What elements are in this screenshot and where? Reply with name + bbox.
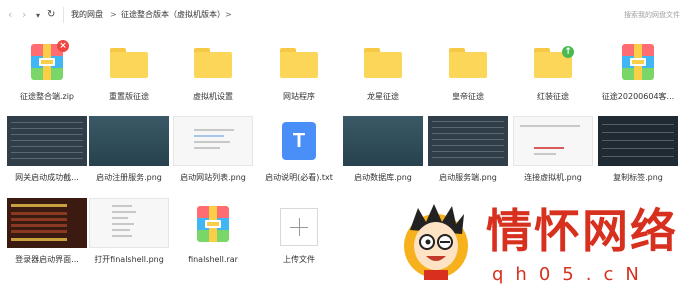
image-thumbnail	[173, 116, 253, 166]
file-item[interactable]: 启动服务端.png	[425, 116, 511, 186]
file-item[interactable]: 复制标签.png	[595, 116, 681, 186]
file-item[interactable]: 连接虚拟机.png	[510, 116, 596, 186]
file-item[interactable]: 启动网站列表.png	[170, 116, 256, 186]
file-label: 打开finalshell.png	[94, 255, 164, 264]
folder-item[interactable]: 网站程序	[256, 40, 342, 102]
folder-label: 重置版征途	[109, 92, 149, 101]
file-label: 启动注册服务.png	[96, 173, 162, 182]
archive-icon: ×	[31, 40, 69, 80]
back-button[interactable]: ‹	[8, 9, 12, 21]
image-thumbnail	[89, 198, 169, 248]
folder-label: 龙星征途	[367, 92, 399, 101]
delete-badge-icon[interactable]: ×	[57, 40, 69, 52]
image-thumbnail	[428, 116, 508, 166]
forward-button[interactable]: ›	[22, 9, 26, 21]
folder-icon	[110, 48, 148, 78]
upload-badge-icon: ↑	[562, 46, 574, 58]
archive-icon	[622, 44, 654, 80]
file-item[interactable]: finalshell.rar	[170, 198, 256, 268]
plus-icon[interactable]	[280, 208, 318, 246]
file-label: 启动服务端.png	[439, 173, 497, 182]
folder-item[interactable]: 龙星征途	[340, 40, 426, 102]
file-label: 连接虚拟机.png	[524, 173, 582, 182]
file-item[interactable]: 登录器启动界面...	[4, 198, 90, 268]
file-item[interactable]: 启动数据库.png	[340, 116, 426, 186]
folder-label: 虚拟机设置	[193, 92, 233, 101]
file-item[interactable]: 打开finalshell.png	[86, 198, 172, 268]
folder-icon	[280, 48, 318, 78]
file-item[interactable]: × 征途整合端.zip	[4, 40, 90, 102]
breadcrumb-root[interactable]: 我的网盘	[71, 9, 103, 21]
image-thumbnail	[343, 116, 423, 166]
mascot-logo-icon	[400, 200, 472, 282]
file-label: 征途整合端.zip	[19, 92, 75, 101]
image-thumbnail	[513, 116, 593, 166]
breadcrumb-separator: >	[225, 10, 232, 19]
file-label: 启动数据库.png	[354, 173, 412, 182]
folder-icon: ↑	[534, 46, 574, 78]
file-label: 登录器启动界面...	[15, 255, 79, 264]
divider	[63, 7, 64, 23]
file-label: 启动说明(必看).txt	[265, 173, 333, 182]
upload-button[interactable]: 上传文件	[256, 198, 342, 268]
file-label: 复制标签.png	[613, 173, 663, 182]
folder-item[interactable]: 皇帝征途	[425, 40, 511, 102]
folder-icon	[364, 48, 402, 78]
folder-icon	[194, 48, 232, 78]
file-item[interactable]: T 启动说明(必看).txt	[256, 116, 342, 186]
folder-label: 网站程序	[283, 92, 315, 101]
archive-icon	[197, 206, 229, 242]
toolbar: ‹ › ▾ ↻ 我的网盘 > 征途整合版本（虚拟机版本） > 搜索我的网盘文件	[0, 0, 700, 30]
watermark-text: 情怀网络	[486, 204, 678, 258]
refresh-button[interactable]: ↻	[47, 9, 55, 21]
image-thumbnail	[89, 116, 169, 166]
image-thumbnail	[7, 116, 87, 166]
folder-label: 红装征途	[537, 92, 569, 101]
folder-item[interactable]: 重置版征途	[86, 40, 172, 102]
folder-item[interactable]: ↑ 红装征途	[510, 40, 596, 102]
txt-file-icon: T	[282, 122, 316, 160]
breadcrumb-current[interactable]: 征途整合版本（虚拟机版本）	[121, 9, 225, 21]
image-thumbnail	[598, 116, 678, 166]
file-label: 征途20200604客...	[601, 92, 675, 101]
file-label: 网关启动成功截...	[15, 173, 79, 182]
upload-label: 上传文件	[283, 255, 315, 264]
image-thumbnail	[7, 198, 87, 248]
file-item[interactable]: 网关启动成功截...	[4, 116, 90, 186]
history-dropdown-icon[interactable]: ▾	[36, 10, 40, 22]
folder-icon	[449, 48, 487, 78]
breadcrumb-separator: >	[110, 10, 117, 19]
file-label: finalshell.rar	[188, 255, 238, 264]
watermark-url: qh05.cN	[492, 264, 651, 285]
search-input[interactable]: 搜索我的网盘文件	[624, 9, 694, 21]
file-label: 启动网站列表.png	[180, 173, 246, 182]
folder-label: 皇帝征途	[452, 92, 484, 101]
file-item[interactable]: 启动注册服务.png	[86, 116, 172, 186]
folder-item[interactable]: 虚拟机设置	[170, 40, 256, 102]
file-item[interactable]: 征途20200604客...	[595, 40, 681, 102]
